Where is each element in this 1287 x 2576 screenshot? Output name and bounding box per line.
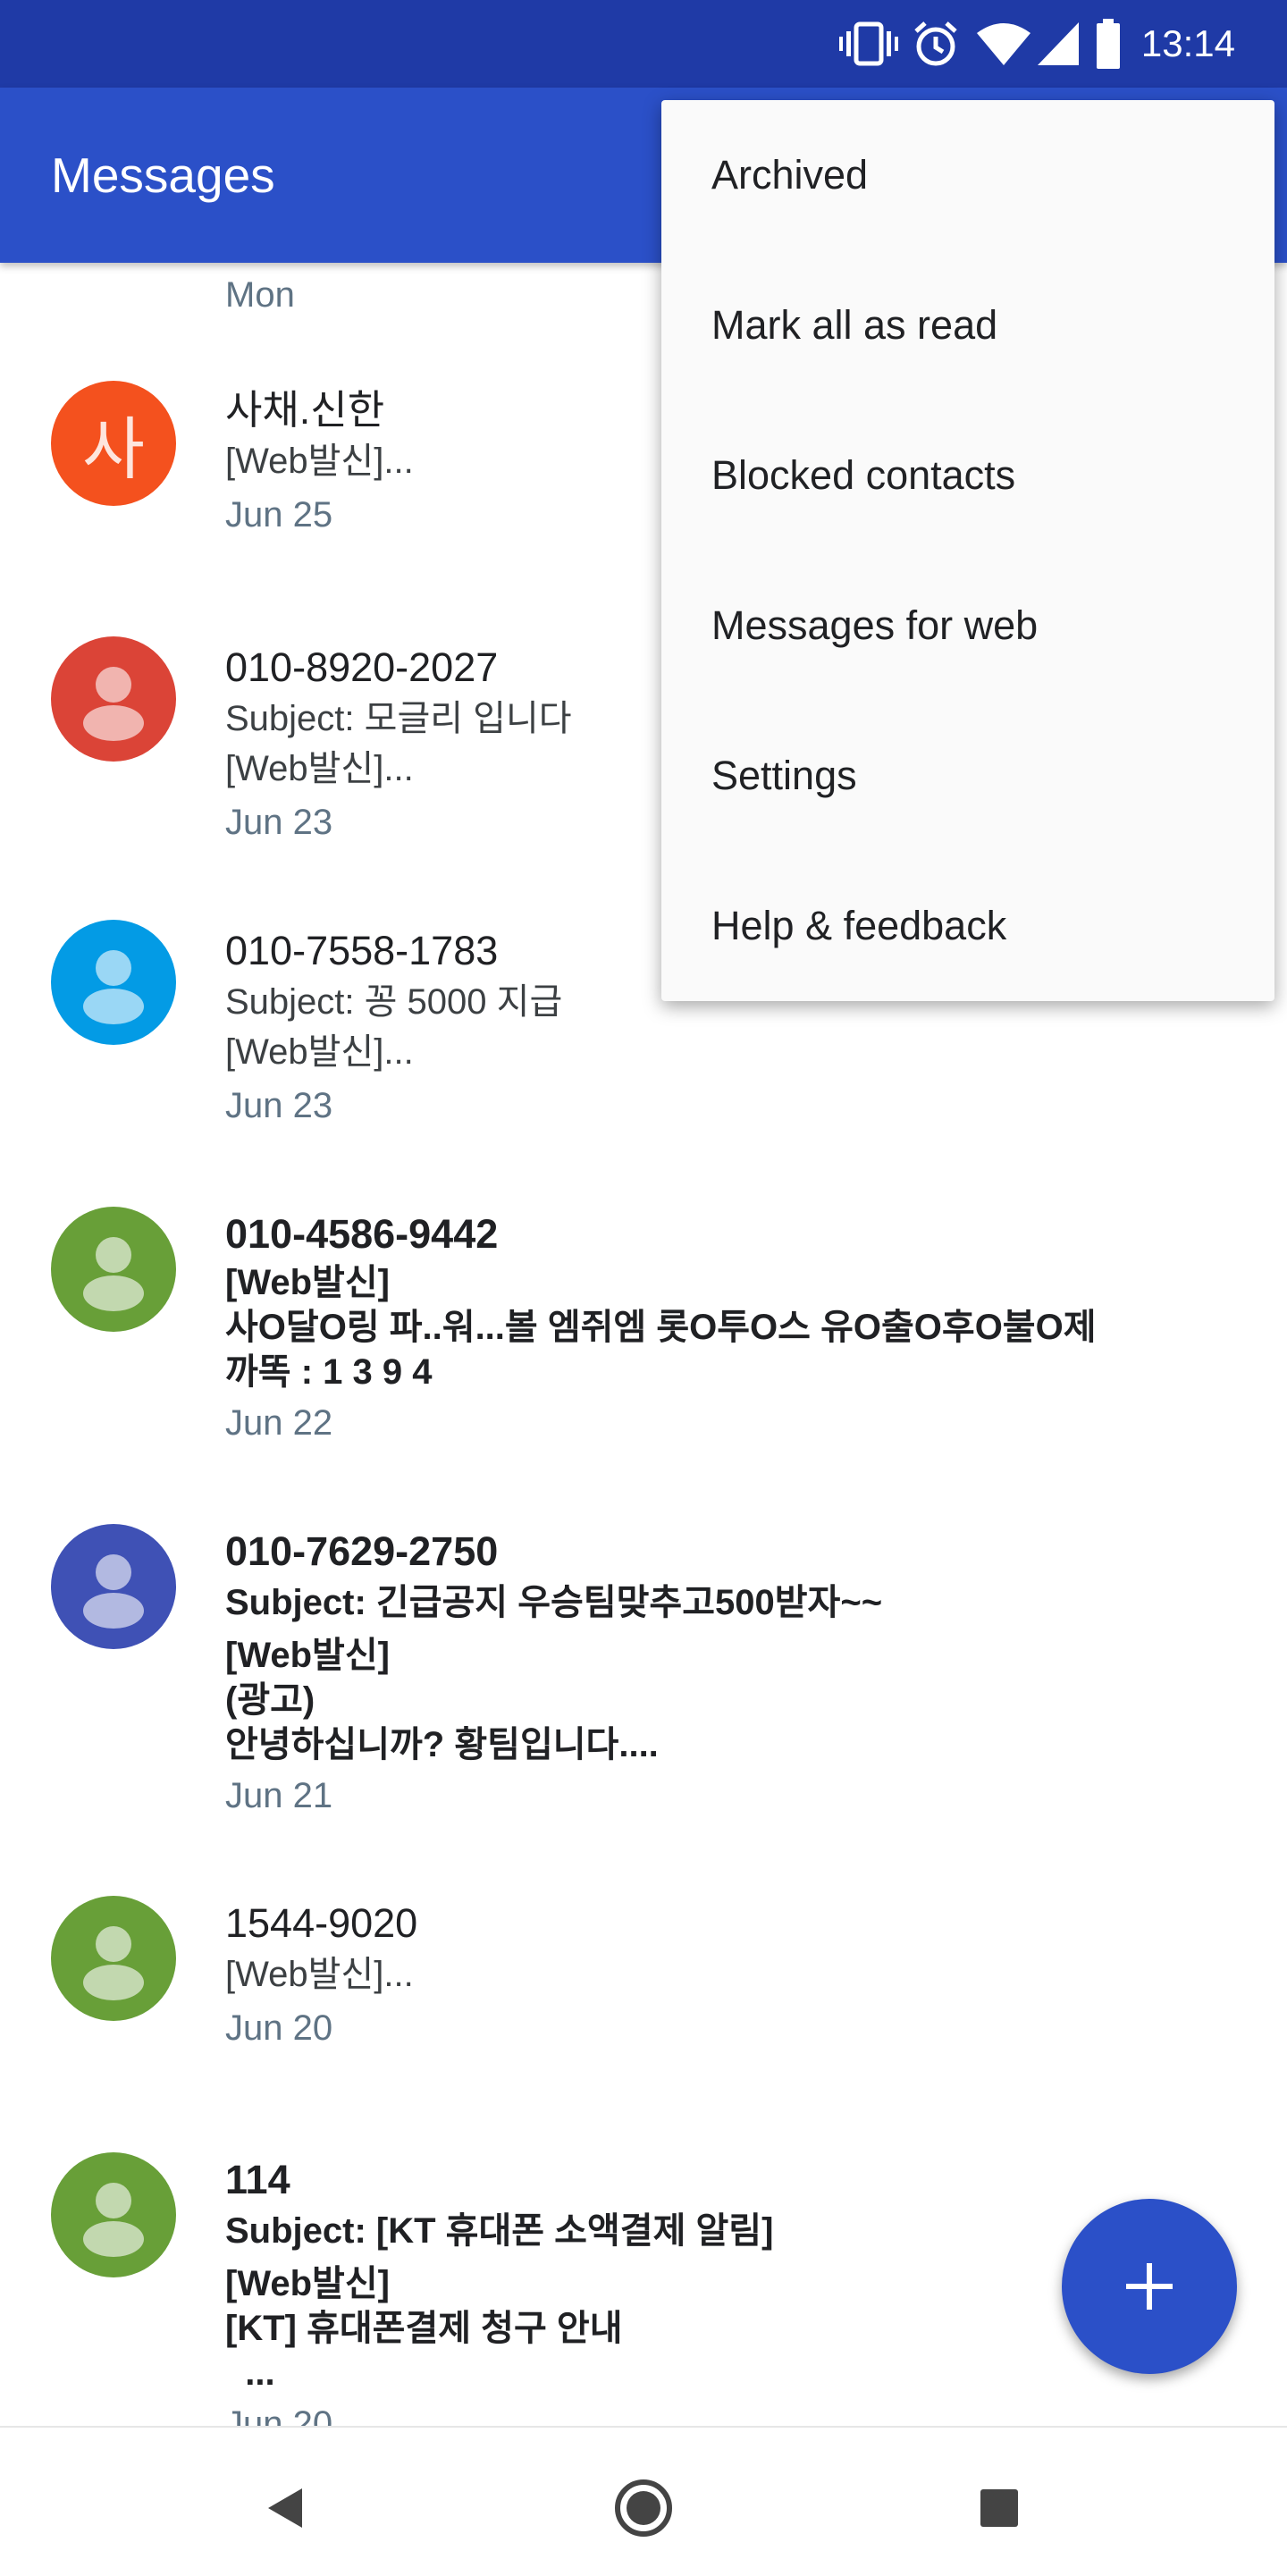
avatar (51, 636, 176, 762)
menu-item-messages-for-web[interactable]: Messages for web (661, 551, 1274, 701)
conversation-name: 010-7629-2750 (225, 1528, 499, 1574)
status-bar: 13:14 (0, 0, 1287, 88)
person-icon (83, 2183, 144, 2257)
plus-icon (1126, 2263, 1173, 2310)
conversation-snippet-line: 안녕하십니까? 황팀입니다.... (225, 1725, 659, 1764)
person-icon (83, 667, 144, 741)
menu-item-mark-all-read[interactable]: Mark all as read (661, 250, 1274, 400)
conversation-snippet-line: [Web발신] (225, 1636, 390, 1675)
conversation-date: Jun 23 (225, 1086, 333, 1125)
recents-button[interactable] (963, 2472, 1035, 2544)
home-icon (615, 2479, 672, 2537)
wifi-icon (976, 21, 1030, 67)
conversation-snippet-line: (광고) (225, 1680, 315, 1720)
conversation-subject: Subject: [KT 휴대폰 소액결제 알림] (225, 2211, 774, 2251)
conversation-snippet: [Web발신]... (225, 1032, 414, 1072)
person-icon (83, 1237, 144, 1311)
conversation-snippet-line: [Web발신] (225, 1263, 390, 1302)
home-button[interactable] (608, 2472, 679, 2544)
person-icon (83, 950, 144, 1024)
new-conversation-button[interactable] (1062, 2199, 1237, 2374)
app-title: Messages (51, 147, 275, 203)
conversation-name: 010-4586-9442 (225, 1211, 499, 1257)
conversation-snippet-line: 사O달O링 파..워...볼 엠쥐엠 롯O투O스 유O출O후O불O제 (225, 1308, 1097, 1347)
menu-item-settings[interactable]: Settings (661, 701, 1274, 851)
avatar (51, 1524, 176, 1649)
conversation-date: Jun 21 (225, 1776, 333, 1815)
conversation-snippet-line: 까똑 : 1 3 9 4 (225, 1352, 433, 1392)
status-icons: 13:14 (838, 0, 1287, 88)
person-icon (83, 1926, 144, 2000)
battery-icon (1095, 19, 1122, 69)
conversation-snippet: [Web발신]... (225, 1955, 414, 1994)
recents-icon (980, 2489, 1018, 2527)
conversation-subject: Subject: 긴급공지 우승팀맞추고500받자~~ (225, 1583, 883, 1622)
conversation-date: Jun 20 (225, 2404, 333, 2426)
conversation-date: Jun 20 (225, 2008, 333, 2048)
avatar: 사 (51, 381, 176, 506)
menu-item-blocked-contacts[interactable]: Blocked contacts (661, 400, 1274, 551)
back-button[interactable] (250, 2472, 322, 2544)
back-icon (268, 2488, 302, 2528)
avatar-letter: 사 (82, 412, 145, 488)
signal-icon (1036, 21, 1081, 67)
conversation-name: 114 (225, 2157, 290, 2202)
menu-item-help-feedback[interactable]: Help & feedback (661, 851, 1274, 1001)
conversation-name: 1544-9020 (225, 1900, 418, 1946)
avatar (51, 1896, 176, 2021)
menu-item-archived[interactable]: Archived (661, 100, 1274, 250)
conversation-snippet-line: ... (225, 2353, 275, 2393)
alarm-icon (911, 19, 961, 69)
navigation-bar (0, 2426, 1287, 2576)
conversation-date: Jun 22 (225, 1403, 333, 1443)
avatar (51, 920, 176, 1045)
vibrate-icon (838, 19, 898, 69)
avatar (51, 2152, 176, 2277)
avatar (51, 1207, 176, 1332)
person-icon (83, 1554, 144, 1629)
status-time: 13:14 (1140, 22, 1235, 64)
overflow-menu: Archived Mark all as read Blocked contac… (661, 100, 1274, 1001)
